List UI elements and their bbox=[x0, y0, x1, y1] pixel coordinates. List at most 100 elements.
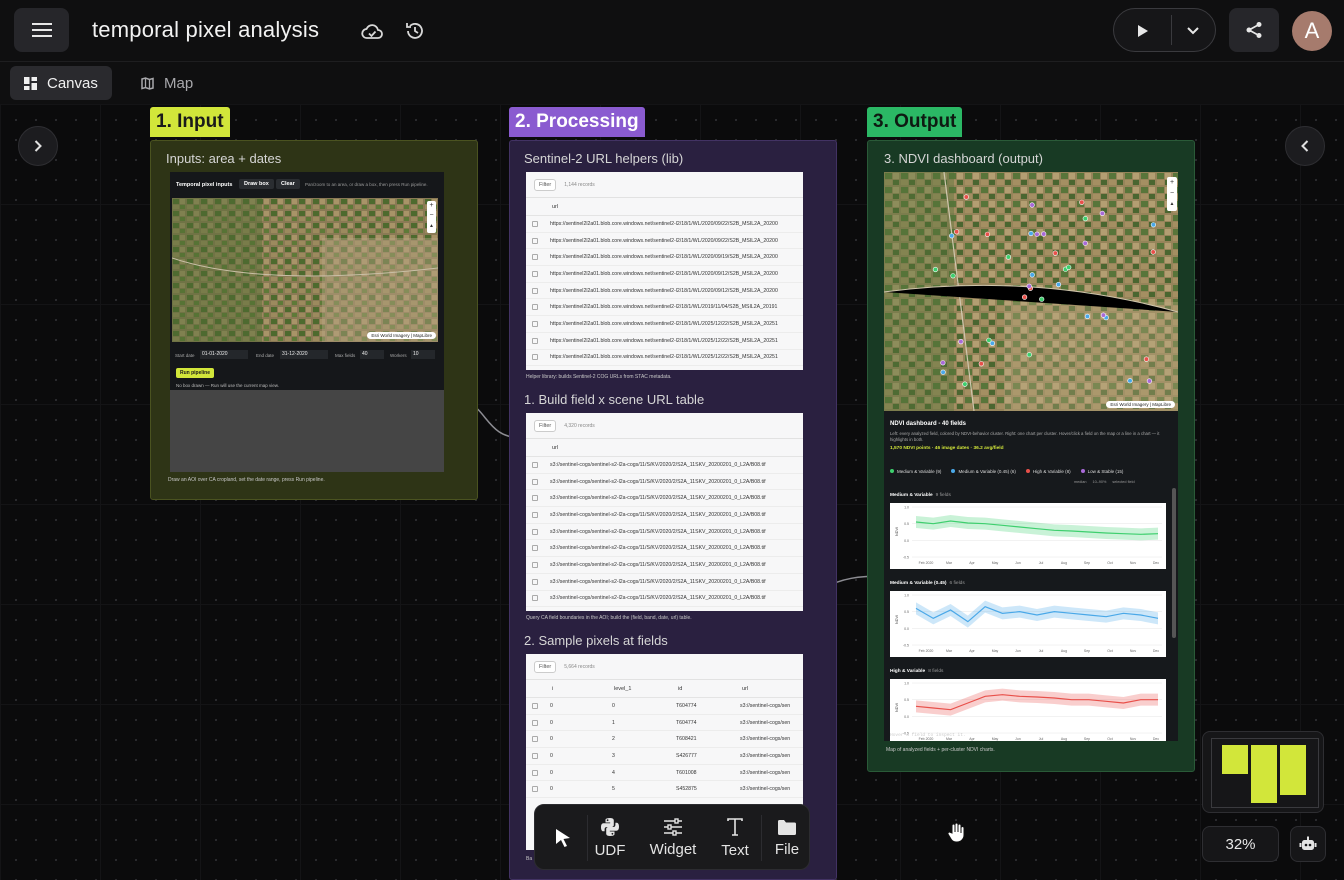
legend-item[interactable]: Medium & Variable (9) bbox=[890, 465, 941, 477]
cluster-chart[interactable]: 1.0 0.5 0.0 -0.5 NDVI Feb 2020 Mar Apr May Jun Jul… bbox=[890, 679, 1166, 741]
field-marker[interactable] bbox=[1052, 250, 1058, 256]
field-marker[interactable] bbox=[1041, 231, 1047, 237]
output-node-title[interactable]: 3. NDVI dashboard (output) bbox=[884, 151, 1043, 166]
row-checkbox[interactable] bbox=[532, 528, 538, 535]
table-row[interactable]: 0 1 T604774 s3://sentinel-cogs/sen bbox=[526, 715, 803, 732]
udf-tool-button[interactable]: UDF bbox=[590, 805, 630, 871]
field-marker[interactable] bbox=[950, 273, 956, 279]
field-marker[interactable] bbox=[932, 266, 939, 273]
field-marker[interactable] bbox=[953, 229, 960, 235]
minimap[interactable] bbox=[1202, 731, 1324, 813]
row-checkbox[interactable] bbox=[532, 254, 538, 261]
legend-item[interactable]: Medium & Variable (0.45) (6) bbox=[951, 465, 1016, 477]
history-button[interactable] bbox=[403, 19, 427, 43]
clear-button[interactable]: Clear bbox=[276, 179, 300, 189]
field-marker[interactable] bbox=[1029, 272, 1035, 278]
zoom-out-icon[interactable]: − bbox=[1167, 188, 1177, 199]
field-marker[interactable] bbox=[1066, 264, 1072, 270]
column-header-level[interactable]: level_1 bbox=[614, 686, 678, 692]
field-marker[interactable] bbox=[984, 231, 990, 237]
start-date-input[interactable]: 01-01-2020 bbox=[200, 350, 248, 359]
page-title[interactable]: temporal pixel analysis bbox=[92, 17, 319, 43]
compass-icon[interactable]: ▲ bbox=[427, 221, 436, 231]
field-marker[interactable] bbox=[1028, 230, 1034, 237]
end-date-input[interactable]: 31-12-2020 bbox=[280, 350, 328, 359]
menu-button[interactable] bbox=[14, 8, 69, 52]
table-row[interactable]: s3://sentinel-cogs/sentinel-s2-l2a-cogs/… bbox=[526, 540, 803, 558]
table-row[interactable]: https://sentinel2l2a01.blob.core.windows… bbox=[526, 333, 803, 350]
field-marker[interactable] bbox=[949, 233, 955, 239]
group-output-label[interactable]: 3. Output bbox=[867, 107, 963, 137]
table-row[interactable]: s3://sentinel-cogs/sentinel-s2-l2a-cogs/… bbox=[526, 557, 803, 574]
file-tool-button[interactable]: File bbox=[767, 805, 807, 871]
table-row[interactable]: s3://sentinel-cogs/sentinel-s2-l2a-cogs/… bbox=[526, 490, 803, 508]
row-checkbox[interactable] bbox=[532, 354, 538, 361]
field-marker[interactable] bbox=[1143, 356, 1150, 362]
helpers-table[interactable]: Filter 1,144 records url https://sentine… bbox=[526, 172, 803, 370]
row-checkbox[interactable] bbox=[532, 478, 538, 485]
tab-map[interactable]: Map bbox=[127, 66, 207, 100]
field-marker[interactable] bbox=[1099, 210, 1105, 217]
table-row[interactable]: https://sentinel2l2a01.blob.core.windows… bbox=[526, 350, 803, 367]
filter-button[interactable]: Filter bbox=[534, 419, 557, 432]
cloud-saved-button[interactable] bbox=[360, 20, 384, 44]
row-checkbox[interactable] bbox=[532, 595, 538, 602]
group-processing-label[interactable]: 2. Processing bbox=[509, 107, 645, 137]
field-marker[interactable] bbox=[1082, 215, 1088, 222]
workers-input[interactable]: 10 bbox=[411, 350, 435, 359]
build-node-title[interactable]: 1. Build field x scene URL table bbox=[524, 392, 704, 407]
field-marker[interactable] bbox=[940, 360, 946, 366]
field-marker[interactable] bbox=[1005, 254, 1011, 260]
field-marker[interactable] bbox=[1039, 296, 1045, 302]
widget-tool-button[interactable]: Widget bbox=[645, 805, 701, 871]
row-checkbox[interactable] bbox=[532, 736, 538, 743]
field-marker[interactable] bbox=[1029, 202, 1035, 208]
field-marker[interactable] bbox=[986, 337, 992, 343]
field-marker[interactable] bbox=[1150, 222, 1157, 228]
field-marker[interactable] bbox=[1026, 283, 1032, 289]
field-marker[interactable] bbox=[1146, 378, 1153, 384]
filter-button[interactable]: Filter bbox=[534, 178, 557, 191]
column-header-url[interactable]: url bbox=[526, 198, 803, 216]
row-checkbox[interactable] bbox=[532, 220, 538, 227]
field-marker[interactable] bbox=[1100, 312, 1106, 318]
field-marker[interactable] bbox=[1127, 378, 1133, 384]
table-row[interactable]: https://sentinel2l2a01.blob.core.windows… bbox=[526, 283, 803, 300]
table-row[interactable]: s3://sentinel-cogs/sentinel-s2-l2a-cogs/… bbox=[526, 507, 803, 524]
table-row[interactable]: https://sentinel2l2a01.blob.core.windows… bbox=[526, 266, 803, 283]
field-marker[interactable] bbox=[1022, 294, 1028, 300]
row-checkbox[interactable] bbox=[532, 495, 538, 502]
helpers-node-title[interactable]: Sentinel-2 URL helpers (lib) bbox=[524, 151, 683, 166]
table-row[interactable]: s3://sentinel-cogs/sentinel-s2-l2a-cogs/… bbox=[526, 574, 803, 591]
filter-button[interactable]: Filter bbox=[534, 660, 557, 673]
row-checkbox[interactable] bbox=[532, 719, 538, 726]
field-marker[interactable] bbox=[1055, 281, 1062, 288]
table-row[interactable]: 0 5 S452875 s3://sentinel-cogs/sen bbox=[526, 781, 803, 799]
row-checkbox[interactable] bbox=[532, 578, 538, 585]
cluster-chart[interactable]: 1.0 0.5 0.0 -0.5 NDVI Feb 2020 Mar Apr May Jun Jul… bbox=[890, 503, 1166, 569]
build-table[interactable]: Filter 4,320 records url s3://sentinel-c… bbox=[526, 413, 803, 611]
share-button[interactable] bbox=[1229, 8, 1279, 52]
field-marker[interactable] bbox=[1034, 231, 1040, 237]
row-checkbox[interactable] bbox=[532, 461, 538, 468]
zoom-in-icon[interactable]: + bbox=[427, 201, 436, 211]
table-row[interactable]: 0 4 T601008 s3://sentinel-cogs/sen bbox=[526, 765, 803, 782]
table-row[interactable]: https://sentinel2l2a01.blob.core.windows… bbox=[526, 216, 803, 233]
avatar[interactable]: A bbox=[1292, 11, 1332, 51]
field-marker[interactable] bbox=[1079, 199, 1085, 205]
table-row[interactable]: https://sentinel2l2a01.blob.core.windows… bbox=[526, 316, 803, 333]
column-header-id[interactable]: id bbox=[678, 686, 742, 692]
table-row[interactable]: s3://sentinel-cogs/sentinel-s2-l2a-cogs/… bbox=[526, 457, 803, 474]
field-marker[interactable] bbox=[962, 381, 968, 387]
table-row[interactable]: https://sentinel2l2a01.blob.core.windows… bbox=[526, 299, 803, 317]
group-input-label[interactable]: 1. Input bbox=[150, 107, 230, 137]
select-tool-button[interactable] bbox=[543, 805, 583, 871]
table-row[interactable]: s3://sentinel-cogs/sentinel-s2-l2a-cogs/… bbox=[526, 524, 803, 541]
legend-item[interactable]: Low & Stable (15) bbox=[1080, 465, 1123, 477]
input-node-title[interactable]: Inputs: area + dates bbox=[166, 151, 281, 166]
row-checkbox[interactable] bbox=[532, 320, 538, 327]
compass-icon[interactable]: ▲ bbox=[1167, 199, 1177, 210]
field-marker[interactable] bbox=[978, 361, 984, 367]
zoom-level[interactable]: 32% bbox=[1202, 826, 1279, 862]
zoom-out-icon[interactable]: − bbox=[427, 211, 436, 221]
